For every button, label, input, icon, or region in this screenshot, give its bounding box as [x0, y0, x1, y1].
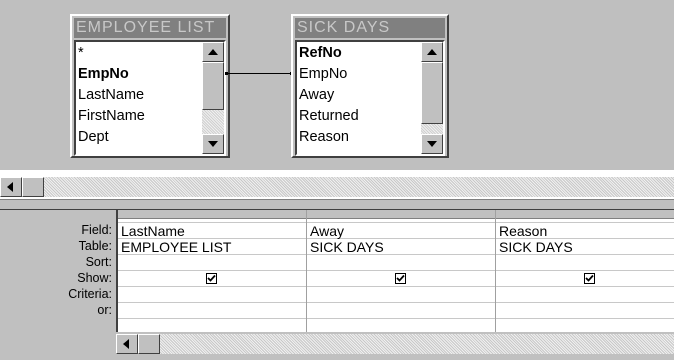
- column-selector[interactable]: [496, 210, 674, 219]
- field-list-item[interactable]: Reason: [299, 128, 349, 147]
- vertical-scrollbar[interactable]: [421, 42, 443, 154]
- row-label-sort: Sort:: [85, 255, 112, 269]
- scroll-down-button[interactable]: [202, 134, 224, 154]
- row-label-table: Table:: [78, 239, 112, 253]
- checkmark-icon: [207, 274, 216, 282]
- show-checkbox[interactable]: [395, 273, 406, 284]
- scroll-up-button[interactable]: [202, 42, 224, 62]
- table-title[interactable]: EMPLOYEE LIST: [74, 18, 226, 38]
- row-label-or: or:: [97, 303, 112, 317]
- row-label-show: Show:: [77, 271, 112, 285]
- field-list[interactable]: * EmpNo LastName FirstName Dept: [74, 40, 226, 156]
- triangle-left-icon: [7, 182, 13, 192]
- triangle-down-icon: [427, 141, 437, 147]
- triangle-left-icon: [123, 339, 129, 349]
- sort-cell[interactable]: [307, 255, 495, 271]
- checkmark-icon: [396, 274, 405, 282]
- show-checkbox[interactable]: [206, 273, 217, 284]
- scroll-thumb[interactable]: [22, 177, 44, 197]
- field-list[interactable]: RefNo EmpNo Away Returned Reason: [295, 40, 445, 156]
- table-cell[interactable]: SICK DAYS: [307, 239, 495, 255]
- or-cell[interactable]: [496, 303, 674, 319]
- column-selector[interactable]: [307, 210, 495, 219]
- field-cell[interactable]: Reason: [496, 223, 674, 239]
- field-list-item[interactable]: EmpNo: [78, 65, 129, 84]
- triangle-up-icon: [427, 49, 437, 55]
- or-cell[interactable]: [307, 303, 495, 319]
- field-list-item[interactable]: FirstName: [78, 107, 145, 126]
- sort-cell[interactable]: [496, 255, 674, 271]
- criteria-cell[interactable]: [118, 287, 306, 303]
- table-design-pane: EMPLOYEE LIST * EmpNo LastName FirstName…: [0, 0, 674, 170]
- field-list-item[interactable]: RefNo: [299, 44, 342, 63]
- triangle-up-icon: [208, 49, 218, 55]
- join-end-dot: [225, 72, 228, 75]
- show-checkbox[interactable]: [584, 273, 595, 284]
- scroll-left-button[interactable]: [116, 334, 138, 354]
- or-cell[interactable]: [118, 303, 306, 319]
- table-box-employee-list[interactable]: EMPLOYEE LIST * EmpNo LastName FirstName…: [70, 14, 230, 158]
- table-cell[interactable]: SICK DAYS: [496, 239, 674, 255]
- field-cell[interactable]: LastName: [118, 223, 306, 239]
- bottom-horizontal-scrollbar[interactable]: [116, 334, 674, 354]
- field-list-item[interactable]: Away: [299, 86, 334, 105]
- scroll-left-button[interactable]: [0, 177, 22, 197]
- pane-splitter[interactable]: [0, 199, 674, 210]
- triangle-down-icon: [208, 141, 218, 147]
- field-list-item[interactable]: Dept: [78, 128, 109, 147]
- scroll-up-button[interactable]: [421, 42, 443, 62]
- scroll-thumb[interactable]: [421, 62, 443, 124]
- criteria-cell[interactable]: [307, 287, 495, 303]
- checkmark-icon: [585, 274, 594, 282]
- query-design-grid: LastName EMPLOYEE LIST Away SICK DAYS Re…: [116, 210, 674, 332]
- field-list-item[interactable]: *: [78, 44, 84, 63]
- scroll-down-button[interactable]: [421, 134, 443, 154]
- field-cell[interactable]: Away: [307, 223, 495, 239]
- row-label-field: Field:: [81, 223, 112, 237]
- query-grid-pane: Field: Table: Sort: Show: Criteria: or: …: [0, 210, 674, 360]
- relationship-join-line[interactable]: [226, 73, 292, 74]
- scroll-thumb[interactable]: [138, 334, 160, 354]
- vertical-scrollbar[interactable]: [202, 42, 224, 154]
- top-horizontal-scrollbar[interactable]: [0, 177, 674, 197]
- scroll-thumb[interactable]: [202, 62, 224, 110]
- sort-cell[interactable]: [118, 255, 306, 271]
- row-label-criteria: Criteria:: [68, 287, 112, 301]
- criteria-cell[interactable]: [496, 287, 674, 303]
- table-cell[interactable]: EMPLOYEE LIST: [118, 239, 306, 255]
- column-selector[interactable]: [118, 210, 306, 219]
- field-list-item[interactable]: EmpNo: [299, 65, 347, 84]
- table-title[interactable]: SICK DAYS: [295, 18, 445, 38]
- field-list-item[interactable]: Returned: [299, 107, 359, 126]
- table-box-sick-days[interactable]: SICK DAYS RefNo EmpNo Away Returned Reas…: [291, 14, 449, 158]
- field-list-item[interactable]: LastName: [78, 86, 144, 105]
